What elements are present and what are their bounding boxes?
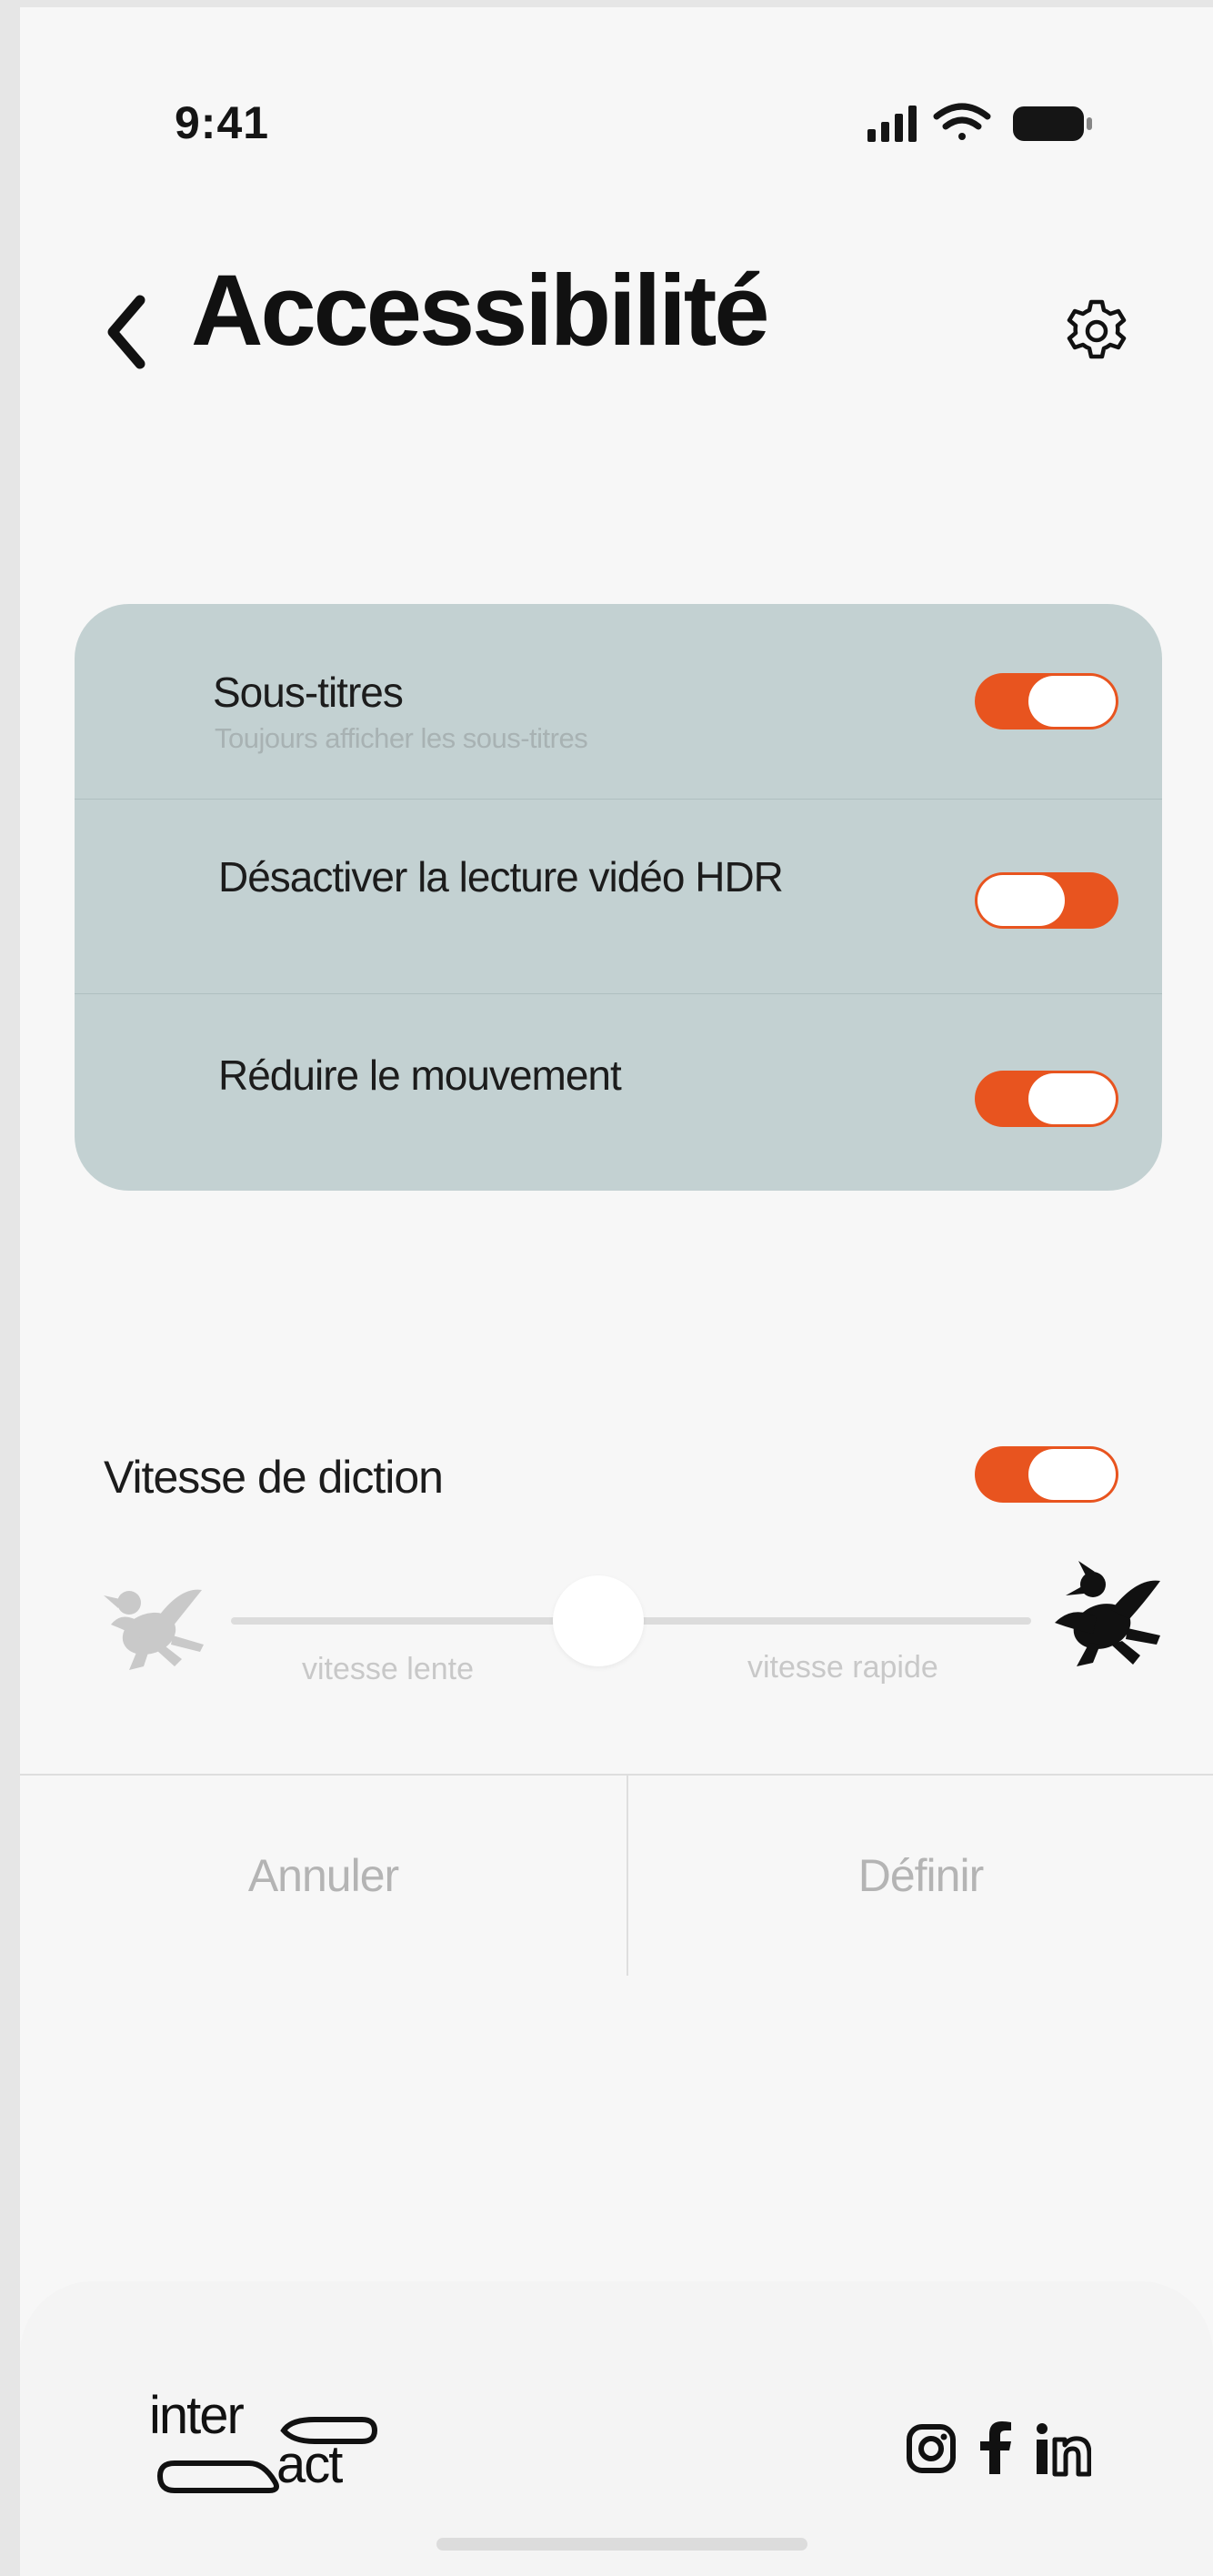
speech-rate-label: Vitesse de diction: [104, 1452, 444, 1503]
facebook-icon[interactable]: [977, 2420, 1013, 2478]
logo-text-bottom: act: [276, 2435, 343, 2494]
setting-row-subtitles: Sous-titres Toujours afficher les sous-t…: [75, 604, 1162, 799]
toggle-knob: [1028, 1449, 1116, 1500]
back-button[interactable]: [100, 291, 155, 373]
bird-fast-icon: [1055, 1561, 1160, 1666]
cancel-button[interactable]: Annuler: [20, 1776, 627, 1976]
linkedin-icon[interactable]: [1033, 2420, 1091, 2478]
signal-icon: [867, 106, 917, 142]
hdr-toggle[interactable]: [975, 872, 1118, 929]
brand-logo: inter act: [147, 2386, 384, 2501]
setting-label-hdr: Désactiver la lecture vidéo HDR: [218, 853, 784, 901]
toggle-knob: [977, 875, 1065, 926]
home-indicator: [436, 2538, 807, 2551]
setting-label-subtitles: Sous-titres: [213, 669, 404, 716]
wifi-icon: [933, 103, 991, 140]
toggle-knob: [1028, 676, 1116, 727]
settings-button[interactable]: [1060, 295, 1133, 367]
toggle-knob: [1028, 1073, 1116, 1124]
status-time: 9:41: [175, 97, 270, 148]
bird-slow-icon: [104, 1589, 204, 1670]
fast-speed-label: vitesse rapide: [747, 1650, 938, 1685]
accessibility-screen: 9:41 Accessibilité Sous-titres Toujours …: [20, 7, 1213, 2576]
battery-icon: [1013, 106, 1092, 141]
status-icons: [867, 103, 1092, 142]
setting-row-hdr: Désactiver la lecture vidéo HDR: [75, 799, 1162, 994]
setting-label-reduce-motion: Réduire le mouvement: [218, 1052, 622, 1099]
speech-rate-toggle[interactable]: [975, 1446, 1118, 1503]
slow-speed-label: vitesse lente: [302, 1652, 474, 1686]
reduce-motion-toggle[interactable]: [975, 1071, 1118, 1127]
subtitles-toggle[interactable]: [975, 673, 1118, 730]
setting-sublabel-subtitles: Toujours afficher les sous-titres: [215, 722, 588, 754]
set-button[interactable]: Définir: [628, 1776, 1213, 1976]
settings-card: Sous-titres Toujours afficher les sous-t…: [75, 604, 1162, 1191]
page-title: Accessibilité: [191, 255, 770, 367]
setting-row-reduce-motion: Réduire le mouvement: [75, 993, 1162, 1189]
speech-rate-slider-thumb[interactable]: [553, 1575, 644, 1666]
instagram-icon[interactable]: [904, 2420, 958, 2478]
chevron-left-icon: [107, 295, 145, 369]
gear-icon: [1067, 299, 1127, 359]
logo-text-top: inter: [149, 2386, 245, 2445]
